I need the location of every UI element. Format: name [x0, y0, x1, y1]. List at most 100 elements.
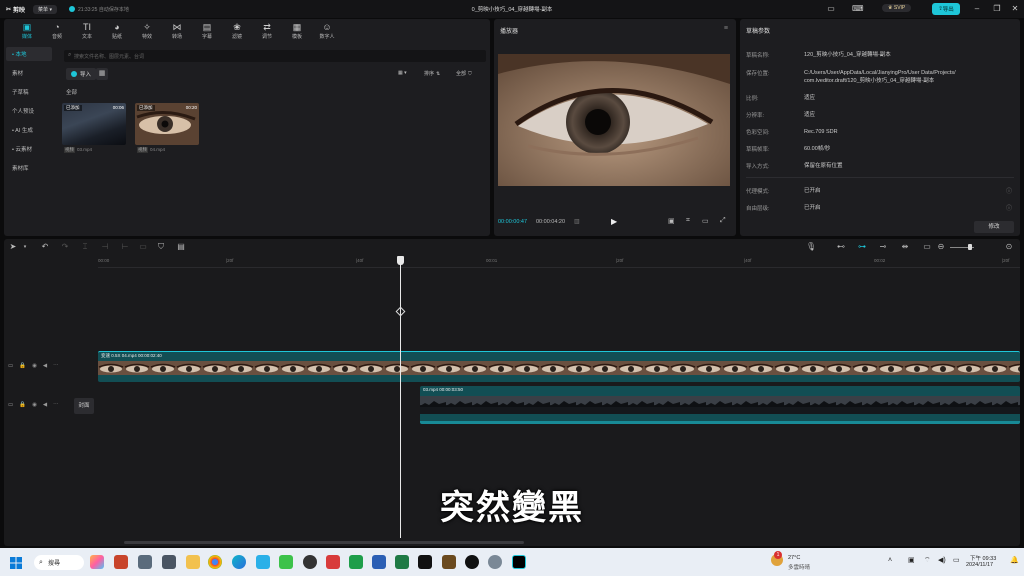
- cover-button[interactable]: 封面: [74, 398, 94, 414]
- media-search-input[interactable]: ⌕ 搜索文件名称、图层元素、台词: [64, 50, 486, 62]
- more-icon[interactable]: ⋯: [53, 402, 59, 408]
- sidebar-item-library[interactable]: 素材库: [6, 161, 52, 175]
- player-menu-icon[interactable]: ≡: [724, 25, 728, 32]
- eye-icon[interactable]: ◉: [32, 363, 37, 369]
- preview-axis-icon[interactable]: ⇹: [900, 242, 910, 252]
- thumbnail-icon[interactable]: ▤: [176, 242, 186, 252]
- import-button[interactable]: 导入: [66, 68, 97, 80]
- export-button[interactable]: ⇪ 导出: [932, 3, 960, 15]
- wifi-icon[interactable]: ⌔: [924, 556, 931, 565]
- horizontal-scrollbar[interactable]: [124, 541, 524, 544]
- sidebar-item-local[interactable]: • 本地: [6, 47, 52, 61]
- zoom-out-icon[interactable]: ⊖: [936, 242, 946, 252]
- modify-button[interactable]: 修改: [974, 221, 1014, 233]
- layout-icon[interactable]: ▭: [826, 4, 836, 14]
- chevron-down-icon[interactable]: ▾: [20, 242, 30, 252]
- zoom-fit-icon[interactable]: ⊙: [1004, 242, 1014, 252]
- shortcut-icon[interactable]: ⌨: [852, 4, 864, 14]
- tool-transition[interactable]: ⋈ 转场: [162, 21, 192, 40]
- line-app-icon[interactable]: [279, 555, 293, 569]
- maximize-icon[interactable]: ❐: [992, 4, 1002, 14]
- capcut-app-icon[interactable]: [418, 555, 432, 569]
- track-cover-icon[interactable]: ▭: [8, 402, 13, 408]
- split-right-icon[interactable]: ⊢: [120, 242, 130, 252]
- tool-caption[interactable]: ▤ 字幕: [192, 21, 222, 40]
- app-icon[interactable]: [326, 555, 340, 569]
- split-icon[interactable]: ⌶: [80, 242, 90, 252]
- more-icon[interactable]: ⋯: [53, 363, 59, 369]
- sidebar-item-cloud[interactable]: • 云素材: [6, 142, 52, 156]
- tool-filter[interactable]: ❀ 滤镜: [222, 21, 252, 40]
- app-icon[interactable]: [138, 555, 152, 569]
- filter-button[interactable]: 全部 ⛉: [456, 70, 472, 78]
- delete-icon[interactable]: ▭: [138, 242, 148, 252]
- chrome-app-icon[interactable]: [208, 555, 222, 569]
- sidebar-item-presets[interactable]: 个人预设: [6, 104, 52, 118]
- video-preview[interactable]: [498, 54, 730, 186]
- edge-app-icon[interactable]: [232, 555, 246, 569]
- app-icon[interactable]: [442, 555, 456, 569]
- tool-effects[interactable]: ✧ 特效: [132, 21, 162, 40]
- media-thumb-04[interactable]: 已添加 00:20: [135, 103, 199, 145]
- tool-template[interactable]: ▦ 模板: [282, 21, 312, 40]
- select-tool-icon[interactable]: ➤: [8, 242, 18, 252]
- sidebar-item-subdraft[interactable]: 子草稿: [6, 85, 52, 99]
- copilot-app-icon[interactable]: [90, 555, 104, 569]
- app-tray-icon[interactable]: ▣: [908, 556, 915, 564]
- eye-icon[interactable]: ◉: [32, 402, 37, 408]
- lock-icon[interactable]: 🔒: [19, 402, 26, 408]
- calculator-app-icon[interactable]: [162, 555, 176, 569]
- close-icon[interactable]: ✕: [1010, 4, 1020, 14]
- clock-date[interactable]: 2024/11/17: [966, 562, 993, 568]
- xbox-app-icon[interactable]: [349, 555, 363, 569]
- settings-app-icon[interactable]: [488, 555, 502, 569]
- zoom-slider-handle[interactable]: [968, 244, 972, 250]
- view-mode-button[interactable]: ▦ ▾: [398, 70, 407, 76]
- info-icon[interactable]: ⓘ: [1006, 186, 1012, 195]
- minimize-icon[interactable]: –: [972, 4, 982, 14]
- app-icon[interactable]: [256, 555, 270, 569]
- powerpoint-app-icon[interactable]: [114, 555, 128, 569]
- fullscreen-icon[interactable]: ⤢: [720, 217, 726, 225]
- chevron-up-icon[interactable]: ˄: [888, 557, 892, 564]
- file-explorer-icon[interactable]: [186, 555, 200, 569]
- jianying-app-icon[interactable]: [512, 555, 526, 569]
- excel-app-icon[interactable]: [395, 555, 409, 569]
- microphone-icon[interactable]: 🎙: [806, 242, 816, 252]
- windows-start-icon[interactable]: [10, 556, 22, 569]
- link-icon[interactable]: ⊸: [878, 242, 888, 252]
- volume-icon[interactable]: ◀): [938, 556, 946, 564]
- svip-badge[interactable]: ♛ SVIP: [882, 4, 912, 12]
- notifications-icon[interactable]: 🔔: [1010, 556, 1019, 564]
- screen-icon[interactable]: ▭: [922, 242, 932, 252]
- link-main-icon[interactable]: ⊷: [836, 242, 846, 252]
- app-icon[interactable]: [303, 555, 317, 569]
- undo-icon[interactable]: ↶: [40, 242, 50, 252]
- word-app-icon[interactable]: [372, 555, 386, 569]
- taskbar-search[interactable]: ⌕ 搜尋: [34, 555, 84, 570]
- playhead-handle[interactable]: [397, 256, 404, 265]
- sort-button[interactable]: 排序 ⇅: [424, 70, 440, 78]
- magnet-icon[interactable]: ⊶: [857, 242, 867, 252]
- second-video-clip[interactable]: 03.mp4 00:00:03:50: [420, 386, 1020, 424]
- timeline-mode-icon[interactable]: ▥: [574, 218, 580, 225]
- tool-media[interactable]: ▣ 媒体: [12, 21, 42, 40]
- media-thumb-03[interactable]: 已添加 00:06: [62, 103, 126, 145]
- keyframe-marker-icon[interactable]: [395, 306, 406, 317]
- marker-icon[interactable]: ⛉: [156, 242, 166, 252]
- tool-adjust[interactable]: ⇄ 调节: [252, 21, 282, 40]
- clock-time[interactable]: 下午 09:33: [970, 554, 996, 562]
- tool-sticker[interactable]: ◕ 贴纸: [102, 21, 132, 40]
- ratio-icon[interactable]: ▭: [702, 217, 709, 225]
- quality-icon[interactable]: ▣: [668, 217, 675, 225]
- redo-icon[interactable]: ↷: [60, 242, 70, 252]
- tool-text[interactable]: TI 文本: [72, 21, 102, 40]
- lock-icon[interactable]: 🔒: [19, 363, 26, 369]
- tool-audio[interactable]: ◔ 音频: [42, 21, 72, 40]
- speaker-icon[interactable]: ◀: [43, 402, 47, 408]
- view-toggle-icon[interactable]: ▦: [96, 68, 108, 80]
- track-cover-icon[interactable]: ▭: [8, 363, 13, 369]
- speaker-icon[interactable]: ◀: [43, 363, 47, 369]
- tool-avatar[interactable]: ☺ 数字人: [312, 21, 342, 40]
- crop-icon[interactable]: ⌗: [686, 217, 690, 225]
